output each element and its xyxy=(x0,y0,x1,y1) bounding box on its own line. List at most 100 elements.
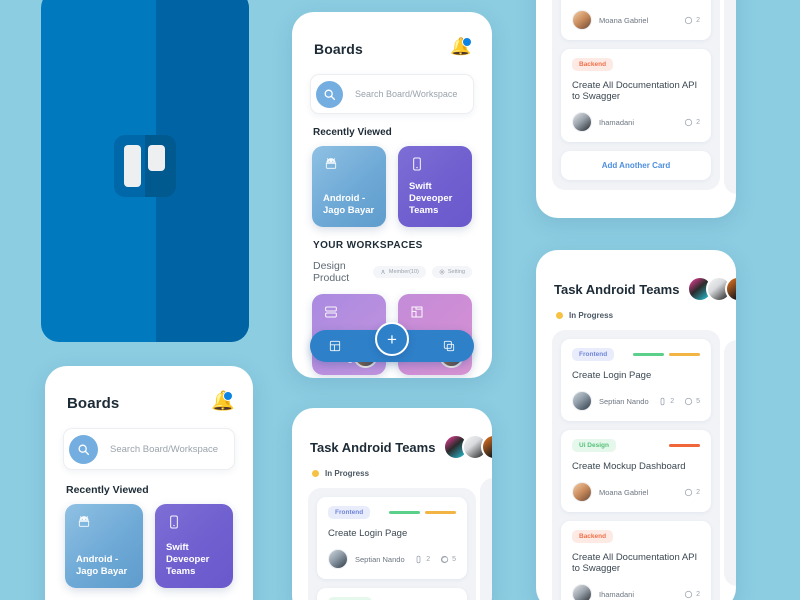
attachment-count-value: 2 xyxy=(670,397,675,405)
comment-count-value: 5 xyxy=(696,397,700,405)
status-row: In Progress xyxy=(536,302,736,320)
task-card[interactable]: Ui Design Create Mockup Dashboard Moana … xyxy=(561,0,711,40)
search-icon xyxy=(316,80,343,108)
status-label: In Progress xyxy=(569,311,614,320)
members-chip[interactable]: Member(10) xyxy=(372,266,426,278)
boards-header: Boards 🔔 xyxy=(292,12,492,60)
bell-icon[interactable]: 🔔 xyxy=(450,37,472,60)
board-card-swift[interactable]: Swift Deveoper Teams xyxy=(398,146,472,227)
layout-icon xyxy=(409,304,461,320)
comment-icon xyxy=(684,16,693,25)
page-title: Boards xyxy=(67,394,120,412)
task-title: Create All Documentation API to Swagger xyxy=(572,552,698,574)
person-icon xyxy=(380,269,386,275)
gear-icon xyxy=(439,269,445,275)
task-column: Frontend Create Login Page Septian Nando xyxy=(308,488,476,600)
task-card-footer: Septian Nando 2 5 xyxy=(572,391,700,411)
settings-chip-label: Setting xyxy=(447,269,465,275)
workspaces-label: YOUR WORKSPACES xyxy=(313,240,423,251)
status-label: In Progress xyxy=(325,469,370,478)
status-badge xyxy=(556,312,563,319)
task-tag: Backend xyxy=(572,530,614,543)
task-meta: 2 xyxy=(684,118,700,127)
settings-chip[interactable]: Setting xyxy=(431,266,472,278)
workspace-chips: Member(10) Setting xyxy=(372,266,472,278)
avatar xyxy=(572,112,592,132)
column-peek xyxy=(724,0,736,194)
comment-count-value: 2 xyxy=(696,590,700,598)
search-placeholder: Search Board/Workspace xyxy=(355,89,458,99)
task-card-footer: Septian Nando 2 5 xyxy=(328,549,456,569)
comment-count-value: 2 xyxy=(696,118,700,126)
board-card-swift[interactable]: Swift Deveoper Teams xyxy=(155,504,233,588)
logo-bar-left xyxy=(124,145,141,187)
screenshot-canvas: Boards 🔔 Search Board/Workspace Recently… xyxy=(0,0,800,600)
board-card-label: Android - Jago Bayar xyxy=(76,554,128,577)
task-card[interactable]: Backend Create All Documentation API to … xyxy=(561,49,711,142)
task-card-footer: Moana Gabriel 2 xyxy=(572,10,700,30)
label-bar xyxy=(425,510,456,515)
comment-count: 5 xyxy=(440,555,456,564)
logo-bar-right xyxy=(148,145,165,171)
task-card-footer: Ihamadani 2 xyxy=(572,112,700,132)
add-another-card-button[interactable]: Add Another Card xyxy=(561,151,711,180)
assignee-name: Ihamadani xyxy=(599,117,635,127)
avatar xyxy=(572,391,592,411)
search-input[interactable]: Search Board/Workspace xyxy=(310,74,474,114)
page-title: Task Android Teams xyxy=(554,281,680,297)
task-card-top: Backend xyxy=(572,530,700,543)
task-meta: 2 xyxy=(684,590,700,599)
task-tag: Frontend xyxy=(572,348,615,361)
board-card-label: Swift Deveoper Teams xyxy=(409,181,453,216)
assignee-name: Ihamadani xyxy=(599,589,635,599)
task-header: Task Android Teams + Invite ☆ xyxy=(292,408,492,460)
search-placeholder: Search Board/Workspace xyxy=(110,443,219,455)
add-button[interactable]: + xyxy=(375,322,409,356)
board-card-android[interactable]: Android - Jago Bayar xyxy=(312,146,386,227)
task-screen-center: Task Android Teams + Invite ☆ In Progres… xyxy=(292,408,492,600)
comment-icon xyxy=(440,555,449,564)
task-card[interactable]: Backend Create All Documentation API to … xyxy=(561,521,711,600)
attachment-icon xyxy=(658,397,667,406)
board-card-label: Swift Deveoper Teams xyxy=(166,542,210,577)
assignee-name: Septian Nando xyxy=(599,396,649,406)
attachment-count-value: 2 xyxy=(426,555,431,563)
recently-viewed-row: Android - Jago Bayar Swift Deveoper Team… xyxy=(45,496,253,588)
board-card-android[interactable]: Android - Jago Bayar xyxy=(65,504,143,588)
task-card[interactable]: Ui Design Create Mockup Dashboard Moana … xyxy=(561,430,711,512)
task-card-top: Frontend xyxy=(572,348,700,361)
label-bars xyxy=(633,352,700,357)
task-card[interactable]: Frontend Create Login Page Septian Nando xyxy=(561,339,711,421)
task-meta: 2 xyxy=(684,488,700,497)
bell-icon[interactable]: 🔔 xyxy=(211,391,235,414)
task-card[interactable]: Ui Design Create Mockup Dashboard Moana … xyxy=(317,588,467,600)
comment-count: 2 xyxy=(684,590,700,599)
label-bars xyxy=(669,443,700,448)
comment-icon xyxy=(684,590,693,599)
attachment-count: 2 xyxy=(414,555,430,564)
assignee-name: Septian Nando xyxy=(355,554,405,564)
attachment-icon xyxy=(414,555,423,564)
task-meta: 2 xyxy=(684,16,700,25)
boards-header: Boards 🔔 xyxy=(45,366,253,414)
label-bar xyxy=(389,510,420,515)
bottom-navigation: + xyxy=(292,322,492,368)
copy-boards-icon[interactable] xyxy=(442,339,456,353)
task-meta: 2 5 xyxy=(658,397,700,406)
task-meta: 2 5 xyxy=(414,555,456,564)
status-badge xyxy=(312,470,319,477)
task-card[interactable]: Frontend Create Login Page Septian Nando xyxy=(317,497,467,579)
search-input[interactable]: Search Board/Workspace xyxy=(63,428,235,470)
member-avatars[interactable] xyxy=(443,434,492,460)
board-grid-icon[interactable] xyxy=(328,339,342,353)
brand-splash-panel xyxy=(41,0,249,342)
comment-icon xyxy=(684,118,693,127)
page-title: Task Android Teams xyxy=(310,439,436,455)
avatar xyxy=(328,549,348,569)
page-title: Boards xyxy=(314,41,363,57)
member-avatars[interactable] xyxy=(687,276,736,302)
status-row: In Progress xyxy=(292,460,492,478)
notification-dot xyxy=(462,37,472,47)
recently-viewed-label: Recently Viewed xyxy=(313,127,392,138)
comment-icon xyxy=(684,397,693,406)
